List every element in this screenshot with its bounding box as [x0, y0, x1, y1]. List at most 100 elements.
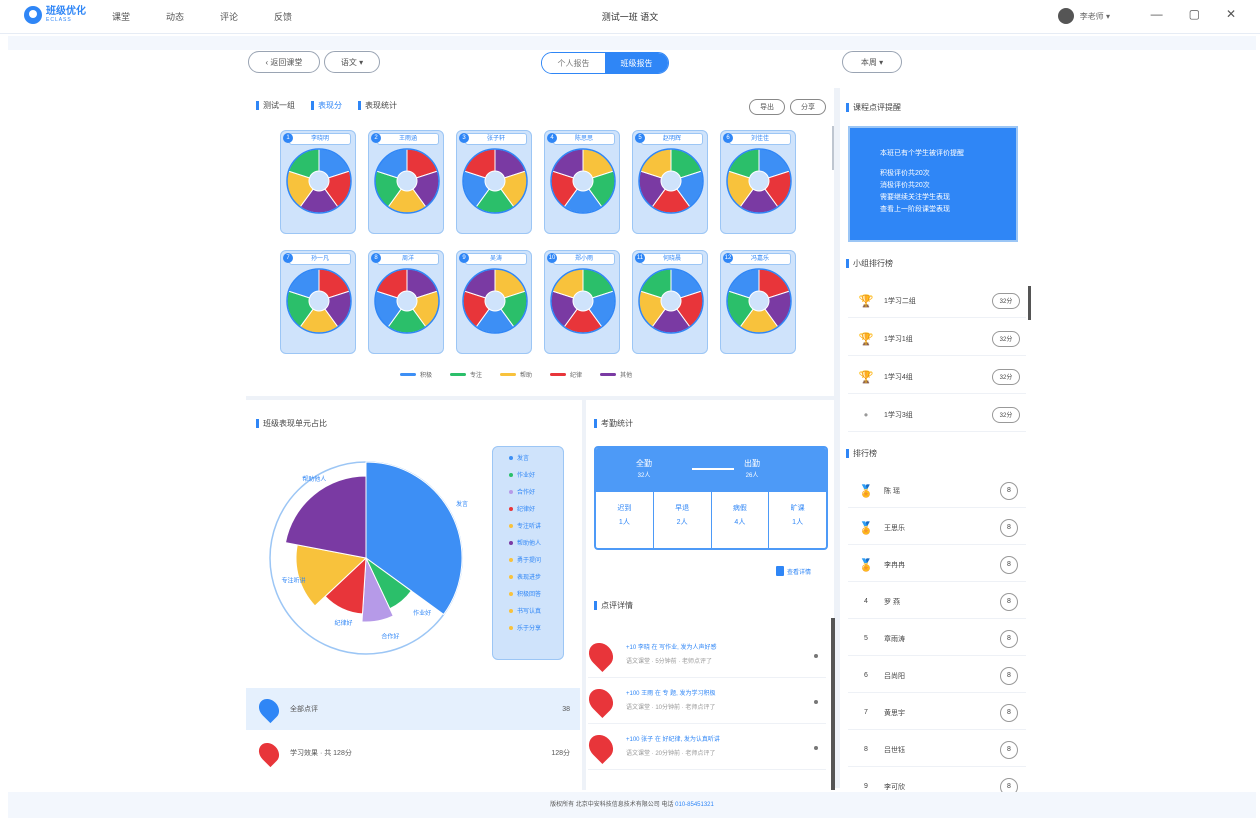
list-item-value: 128分 [551, 750, 570, 757]
subject-select[interactable]: 语文 ▾ [324, 51, 380, 73]
group-score-button[interactable]: 32分 [992, 330, 1020, 347]
card-donut [374, 148, 440, 214]
tab-score[interactable]: 表现分 [311, 100, 342, 111]
group-row[interactable]: 🏆 1学习二组 32分 [848, 284, 1026, 318]
student-card[interactable]: 张子轩 3 [456, 130, 532, 234]
user-name: 李老师 ▾ [1079, 11, 1110, 21]
more-icon[interactable] [814, 700, 818, 704]
tab-personal-report[interactable]: 个人报告 [542, 53, 605, 73]
footer-phone[interactable]: 010-85451321 [675, 802, 714, 808]
student-card[interactable]: 吴涛 9 [456, 250, 532, 354]
rank-row[interactable]: 4 罗 燕 8 [848, 585, 1026, 619]
attendance-label: 出勤 [744, 459, 760, 468]
attendance-sub: 26人 [745, 473, 759, 479]
more-icon[interactable] [814, 654, 818, 658]
user-menu[interactable]: 李老师 ▾ [1057, 8, 1110, 24]
maximize-icon[interactable]: ▢ [1189, 7, 1200, 21]
attendance-cell: 旷课 1人 [790, 505, 805, 526]
rank-row[interactable]: 🏅 王思乐 8 [848, 511, 1026, 545]
notice-line: 需要继续关注学生表现 [880, 194, 950, 201]
group-row[interactable]: • 1学习3组 32分 [848, 398, 1026, 432]
rank-count[interactable]: 8 [1000, 666, 1018, 685]
rank-row[interactable]: 7 黄思宇 8 [848, 696, 1026, 730]
student-card[interactable]: 陈思思 4 [544, 130, 620, 234]
share-button[interactable]: 分享 [790, 99, 826, 115]
student-card[interactable]: 何晓晨 11 [632, 250, 708, 354]
rank-row[interactable]: 🏅 李冉冉 8 [848, 548, 1026, 582]
rank-label: 李冉冉 [884, 561, 905, 569]
rank-count[interactable]: 8 [1000, 592, 1018, 611]
student-card[interactable]: 郑小雨 10 [544, 250, 620, 354]
attendance-card: 全勤 32人 出勤 26人 迟到 1人 早退 2人 病假 4人 旷课 1人 [594, 446, 828, 550]
card-donut [726, 148, 792, 214]
pie-legend-item: 作业好 [509, 468, 563, 481]
rank-label: 陈 瑶 [884, 487, 900, 495]
student-card[interactable]: 孙一凡 7 [280, 250, 356, 354]
student-card[interactable]: 冯嘉乐 12 [720, 250, 796, 354]
sidebar-scrollbar[interactable] [1028, 286, 1031, 320]
rank-row[interactable]: 8 吕世钰 8 [848, 733, 1026, 767]
group-score-button[interactable]: 32分 [992, 368, 1020, 385]
attendance-cell: 迟到 1人 [596, 492, 654, 548]
minimize-icon[interactable]: — [1151, 7, 1163, 21]
pie-label: 纪律好 [334, 619, 352, 627]
rank-count[interactable]: 8 [1000, 629, 1018, 648]
card-donut [550, 268, 616, 334]
pin-icon [584, 684, 618, 718]
student-card[interactable]: 王雨涵 2 [368, 130, 444, 234]
card-name: 张子轩 [465, 133, 527, 145]
rank-count[interactable]: 8 [1000, 481, 1018, 500]
pie-label: 合作好 [381, 633, 399, 641]
rank-row[interactable]: 🏅 陈 瑶 8 [848, 474, 1026, 508]
more-icon[interactable] [814, 746, 818, 750]
period-select[interactable]: 本周 ▾ [842, 51, 902, 73]
attendance-cell: 病假 4人 [712, 492, 770, 548]
card-donut [550, 148, 616, 214]
group-score-button[interactable]: 32分 [992, 406, 1020, 423]
group-row[interactable]: 🏆 1学习4组 32分 [848, 360, 1026, 394]
group-score-button[interactable]: 32分 [992, 292, 1020, 309]
rank-row[interactable]: 6 吕尚阳 8 [848, 659, 1026, 693]
rank-number: 4 [864, 598, 868, 605]
tab-class-report[interactable]: 班级报告 [605, 53, 668, 73]
doc-icon [776, 566, 784, 576]
card-donut [462, 148, 528, 214]
dynamics-title: 点评详情 [594, 600, 633, 611]
back-button[interactable]: ‹ 返回课堂 [248, 51, 320, 73]
trophy-icon: 🏆 [858, 293, 874, 308]
tab-stats[interactable]: 表现统计 [358, 100, 397, 111]
avatar [1057, 8, 1074, 24]
list-item[interactable]: 学习效果 · 共 128分 128分 [246, 732, 580, 774]
card-name: 陈思思 [553, 133, 615, 145]
export-button[interactable]: 导出 [749, 99, 785, 115]
student-card[interactable]: 李晓明 1 [280, 130, 356, 234]
card-number: 11 [635, 253, 645, 263]
student-card[interactable]: 刘佳佳 6 [720, 130, 796, 234]
rank-count[interactable]: 8 [1000, 555, 1018, 574]
card-name: 孙一凡 [289, 253, 351, 265]
rank-row[interactable]: 5 章雨涛 8 [848, 622, 1026, 656]
dynamic-item[interactable]: +100 王雨 在 专 题, 发为学习积极 语文课堂 · 10分钟前 · 老师点评… [584, 680, 826, 724]
card-name: 冯嘉乐 [729, 253, 791, 265]
list-item[interactable]: 全部点评 38 [246, 688, 580, 730]
student-card[interactable]: 赵明辉 5 [632, 130, 708, 234]
student-card[interactable]: 周洋 8 [368, 250, 444, 354]
rank-label: 吕世钰 [884, 746, 905, 754]
view-detail-link[interactable]: 查看详情 [776, 566, 811, 576]
card-number: 1 [283, 133, 293, 143]
dynamic-item[interactable]: +100 张子 在 好纪律, 发为认真听讲 语文课堂 · 20分钟前 · 老师点评… [584, 726, 826, 770]
card-number: 8 [371, 253, 381, 263]
rank-count[interactable]: 8 [1000, 518, 1018, 537]
rank-count[interactable]: 8 [1000, 703, 1018, 722]
dynamic-item[interactable]: +10 李晓 在 写作业, 发为人声好感 语文课堂 · 5分钟前 · 老师点评了 [584, 634, 826, 678]
dist-tabs: 测试一组 表现分 表现统计 [256, 100, 397, 111]
card-name: 刘佳佳 [729, 133, 791, 145]
list-item-label: 学习效果 · 共 128分 [290, 750, 352, 757]
group-row[interactable]: 🏆 1学习1组 32分 [848, 322, 1026, 356]
dynamics-scrollbar[interactable] [831, 618, 835, 790]
tab-group[interactable]: 测试一组 [256, 100, 295, 111]
close-icon[interactable]: ✕ [1226, 7, 1236, 21]
location-icon [254, 738, 284, 768]
group-label: 1学习二组 [884, 297, 916, 305]
rank-count[interactable]: 8 [1000, 740, 1018, 759]
